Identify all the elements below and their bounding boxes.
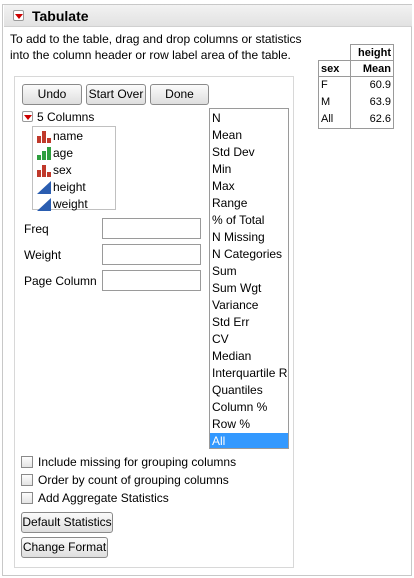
stat-item[interactable]: Mean — [210, 127, 288, 144]
corner-cell — [318, 44, 351, 61]
result-table[interactable]: height sex Mean F M All 60.9 63.9 62.6 — [318, 44, 394, 130]
row-header-sex[interactable]: sex — [318, 60, 351, 77]
row-label: All — [321, 113, 334, 125]
order-by-count-label: Order by count of grouping columns — [38, 473, 229, 487]
row-labels: F M All — [318, 76, 351, 129]
stat-item[interactable]: Variance — [210, 297, 288, 314]
window-title: Tabulate — [32, 8, 89, 24]
add-aggregate-label: Add Aggregate Statistics — [38, 491, 169, 505]
start-over-button[interactable]: Start Over — [86, 84, 146, 105]
cell-value: 60.9 — [369, 79, 391, 91]
title-bar: Tabulate — [4, 5, 412, 27]
stat-item[interactable]: Median — [210, 348, 288, 365]
stat-item[interactable]: Std Err — [210, 314, 288, 331]
stat-item[interactable]: Row % — [210, 416, 288, 433]
weight-drop-zone[interactable] — [102, 244, 201, 265]
stat-header-mean[interactable]: Mean — [350, 60, 394, 77]
stat-item[interactable]: Quantiles — [210, 382, 288, 399]
column-name: height — [53, 180, 86, 194]
order-by-count-checkbox[interactable] — [21, 474, 33, 486]
stat-item[interactable]: Sum Wgt — [210, 280, 288, 297]
column-list[interactable]: name age sex height weight — [32, 126, 116, 211]
undo-button[interactable]: Undo — [22, 84, 82, 105]
stat-item[interactable]: Sum — [210, 263, 288, 280]
page-column-label: Page Column — [24, 274, 97, 288]
done-button[interactable]: Done — [150, 84, 209, 105]
nominal-icon — [37, 165, 51, 177]
default-statistics-button[interactable]: Default Statistics — [21, 512, 113, 533]
stat-item[interactable]: Interquartile Ra — [210, 365, 288, 382]
stat-item[interactable]: Std Dev — [210, 144, 288, 161]
stat-item[interactable]: Range — [210, 195, 288, 212]
column-name: weight — [53, 197, 88, 211]
table-bottom-rule — [318, 128, 351, 130]
stat-item[interactable]: CV — [210, 331, 288, 348]
stat-item[interactable]: Column % — [210, 399, 288, 416]
page-column-drop-zone[interactable] — [102, 270, 201, 291]
freq-drop-zone[interactable] — [102, 218, 201, 239]
continuous-icon — [37, 181, 51, 194]
weight-label: Weight — [24, 248, 62, 262]
continuous-icon — [37, 198, 51, 211]
instructions: To add to the table, drag and drop colum… — [10, 31, 310, 63]
column-name: age — [53, 146, 74, 160]
stat-item[interactable]: N Missing — [210, 229, 288, 246]
change-format-button[interactable]: Change Format — [21, 537, 108, 558]
stat-item[interactable]: N Categories — [210, 246, 288, 263]
stat-item[interactable]: % of Total — [210, 212, 288, 229]
disclosure-triangle-icon[interactable] — [13, 10, 24, 21]
include-missing-label: Include missing for grouping columns — [38, 455, 237, 469]
statistics-list[interactable]: N Mean Std Dev Min Max Range % of Total … — [209, 108, 289, 449]
add-aggregate-checkbox[interactable] — [21, 492, 33, 504]
instructions-line-2: into the column header or row label area… — [10, 48, 291, 62]
instructions-line-1: To add to the table, drag and drop colum… — [10, 32, 302, 46]
ordinal-icon — [37, 147, 51, 160]
column-header-height[interactable]: height — [350, 44, 394, 61]
cell-value: 63.9 — [369, 96, 391, 108]
stat-item[interactable]: N — [210, 110, 288, 127]
row-values: 60.9 63.9 62.6 — [350, 76, 394, 129]
columns-disclosure-icon[interactable] — [22, 111, 33, 122]
column-name: name — [53, 129, 84, 143]
column-name: sex — [53, 163, 72, 177]
table-bottom-rule — [350, 128, 394, 130]
stat-item[interactable]: Min — [210, 161, 288, 178]
include-missing-checkbox[interactable] — [21, 456, 33, 468]
freq-label: Freq — [24, 222, 49, 236]
columns-header: 5 Columns — [37, 110, 95, 124]
nominal-icon — [37, 131, 51, 143]
cell-value: 62.6 — [369, 113, 391, 125]
stat-item[interactable]: Max — [210, 178, 288, 195]
row-label: M — [321, 96, 331, 108]
row-label: F — [321, 79, 328, 91]
stat-item-selected[interactable]: All — [210, 433, 288, 448]
